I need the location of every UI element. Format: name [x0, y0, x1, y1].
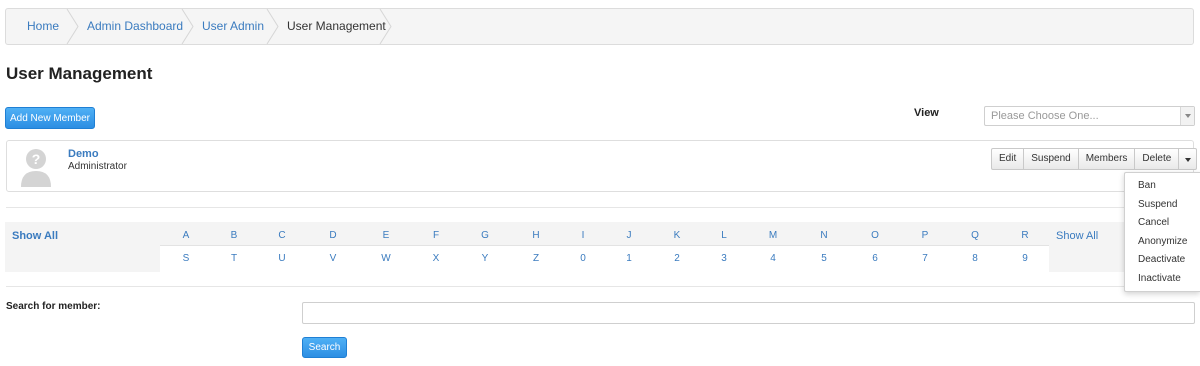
alphabet-letter-h[interactable]: H [532, 230, 539, 241]
alphabet-letter-q[interactable]: Q [971, 230, 979, 241]
breadcrumb-admin-dashboard[interactable]: Admin Dashboard [87, 9, 183, 44]
view-select[interactable]: Please Choose One... [984, 106, 1195, 126]
breadcrumb-user-admin[interactable]: User Admin [202, 9, 264, 44]
alphabet-letter-s[interactable]: S [183, 253, 190, 264]
alphabet-letter-j[interactable]: J [627, 230, 632, 241]
alphabet-letter-b[interactable]: B [231, 230, 238, 241]
member-card: ? Demo Administrator Edit Suspend Member… [6, 140, 1198, 192]
alphabet-letter-6[interactable]: 6 [872, 253, 878, 264]
menu-item-anonymize[interactable]: Anonymize [1138, 236, 1187, 247]
show-all-link-left[interactable]: Show All [12, 230, 58, 242]
alphabet-row-2-bg [160, 246, 1049, 272]
menu-item-cancel[interactable]: Cancel [1138, 217, 1169, 228]
divider [6, 207, 1194, 208]
member-name-link[interactable]: Demo [68, 148, 99, 160]
alphabet-letter-9[interactable]: 9 [1022, 253, 1028, 264]
alphabet-letter-y[interactable]: Y [482, 253, 489, 264]
breadcrumb-separator-icon [266, 9, 279, 44]
alphabet-letter-0[interactable]: 0 [580, 253, 586, 264]
view-select-value: Please Choose One... [991, 110, 1099, 122]
edit-button[interactable]: Edit [991, 148, 1025, 170]
divider [6, 286, 1194, 287]
search-input[interactable] [302, 302, 1195, 324]
alphabet-letter-g[interactable]: G [481, 230, 489, 241]
show-all-link-right[interactable]: Show All [1056, 230, 1098, 242]
menu-item-ban[interactable]: Ban [1138, 180, 1156, 191]
breadcrumb-home[interactable]: Home [27, 9, 59, 44]
suspend-button[interactable]: Suspend [1023, 148, 1079, 170]
breadcrumb-separator-icon [379, 9, 392, 44]
breadcrumb-separator-icon [181, 9, 194, 44]
alphabet-letter-x[interactable]: X [433, 253, 440, 264]
delete-button[interactable]: Delete [1134, 148, 1180, 170]
alphabet-letter-7[interactable]: 7 [922, 253, 928, 264]
add-new-member-button[interactable]: Add New Member [5, 107, 95, 129]
alphabet-letter-u[interactable]: U [278, 253, 285, 264]
alphabet-letter-p[interactable]: P [922, 230, 929, 241]
alphabet-letter-n[interactable]: N [820, 230, 827, 241]
view-label: View [914, 107, 939, 119]
alphabet-letter-a[interactable]: A [183, 230, 190, 241]
alphabet-letter-4[interactable]: 4 [770, 253, 776, 264]
alphabet-filter: Show All Show All A B C D E F G H I J K L M N O P Q R S T U… [5, 222, 1194, 272]
alphabet-letter-3[interactable]: 3 [721, 253, 727, 264]
members-button[interactable]: Members [1077, 148, 1136, 170]
member-role: Administrator [68, 161, 127, 172]
alphabet-letter-5[interactable]: 5 [821, 253, 827, 264]
svg-text:?: ? [32, 151, 41, 167]
alphabet-letter-i[interactable]: I [582, 230, 585, 241]
alphabet-letter-8[interactable]: 8 [972, 253, 978, 264]
member-actions: Edit Suspend Members Delete [991, 148, 1198, 170]
alphabet-letter-d[interactable]: D [329, 230, 336, 241]
user-silhouette-icon: ? [21, 149, 51, 187]
chevron-down-icon [1180, 107, 1194, 125]
alphabet-letter-o[interactable]: O [871, 230, 879, 241]
alphabet-letter-w[interactable]: W [381, 253, 390, 264]
alphabet-letter-e[interactable]: E [383, 230, 390, 241]
search-label: Search for member: [6, 301, 101, 312]
alphabet-letter-l[interactable]: L [721, 230, 727, 241]
menu-item-inactivate[interactable]: Inactivate [1138, 273, 1181, 284]
menu-item-deactivate[interactable]: Deactivate [1138, 254, 1185, 265]
alphabet-letter-z[interactable]: Z [533, 253, 539, 264]
alphabet-letter-f[interactable]: F [433, 230, 439, 241]
actions-dropdown-toggle[interactable] [1178, 148, 1198, 170]
page-title: User Management [6, 64, 153, 83]
alphabet-letter-m[interactable]: M [769, 230, 777, 241]
alphabet-letter-v[interactable]: V [330, 253, 337, 264]
alphabet-letter-2[interactable]: 2 [674, 253, 680, 264]
breadcrumb-user-management: User Management [287, 19, 386, 33]
alphabet-letter-1[interactable]: 1 [626, 253, 632, 264]
breadcrumb: Home Admin Dashboard User Admin User Man… [5, 8, 1194, 45]
alphabet-letter-c[interactable]: C [278, 230, 285, 241]
breadcrumb-separator-icon [66, 9, 79, 44]
menu-item-suspend[interactable]: Suspend [1138, 199, 1177, 210]
alphabet-letter-k[interactable]: K [674, 230, 681, 241]
caret-down-icon [1185, 158, 1192, 162]
alphabet-letter-r[interactable]: R [1021, 230, 1028, 241]
alphabet-letter-t[interactable]: T [231, 253, 237, 264]
search-button[interactable]: Search [302, 337, 347, 358]
actions-dropdown-menu: Ban Suspend Cancel Anonymize Deactivate … [1124, 172, 1200, 292]
